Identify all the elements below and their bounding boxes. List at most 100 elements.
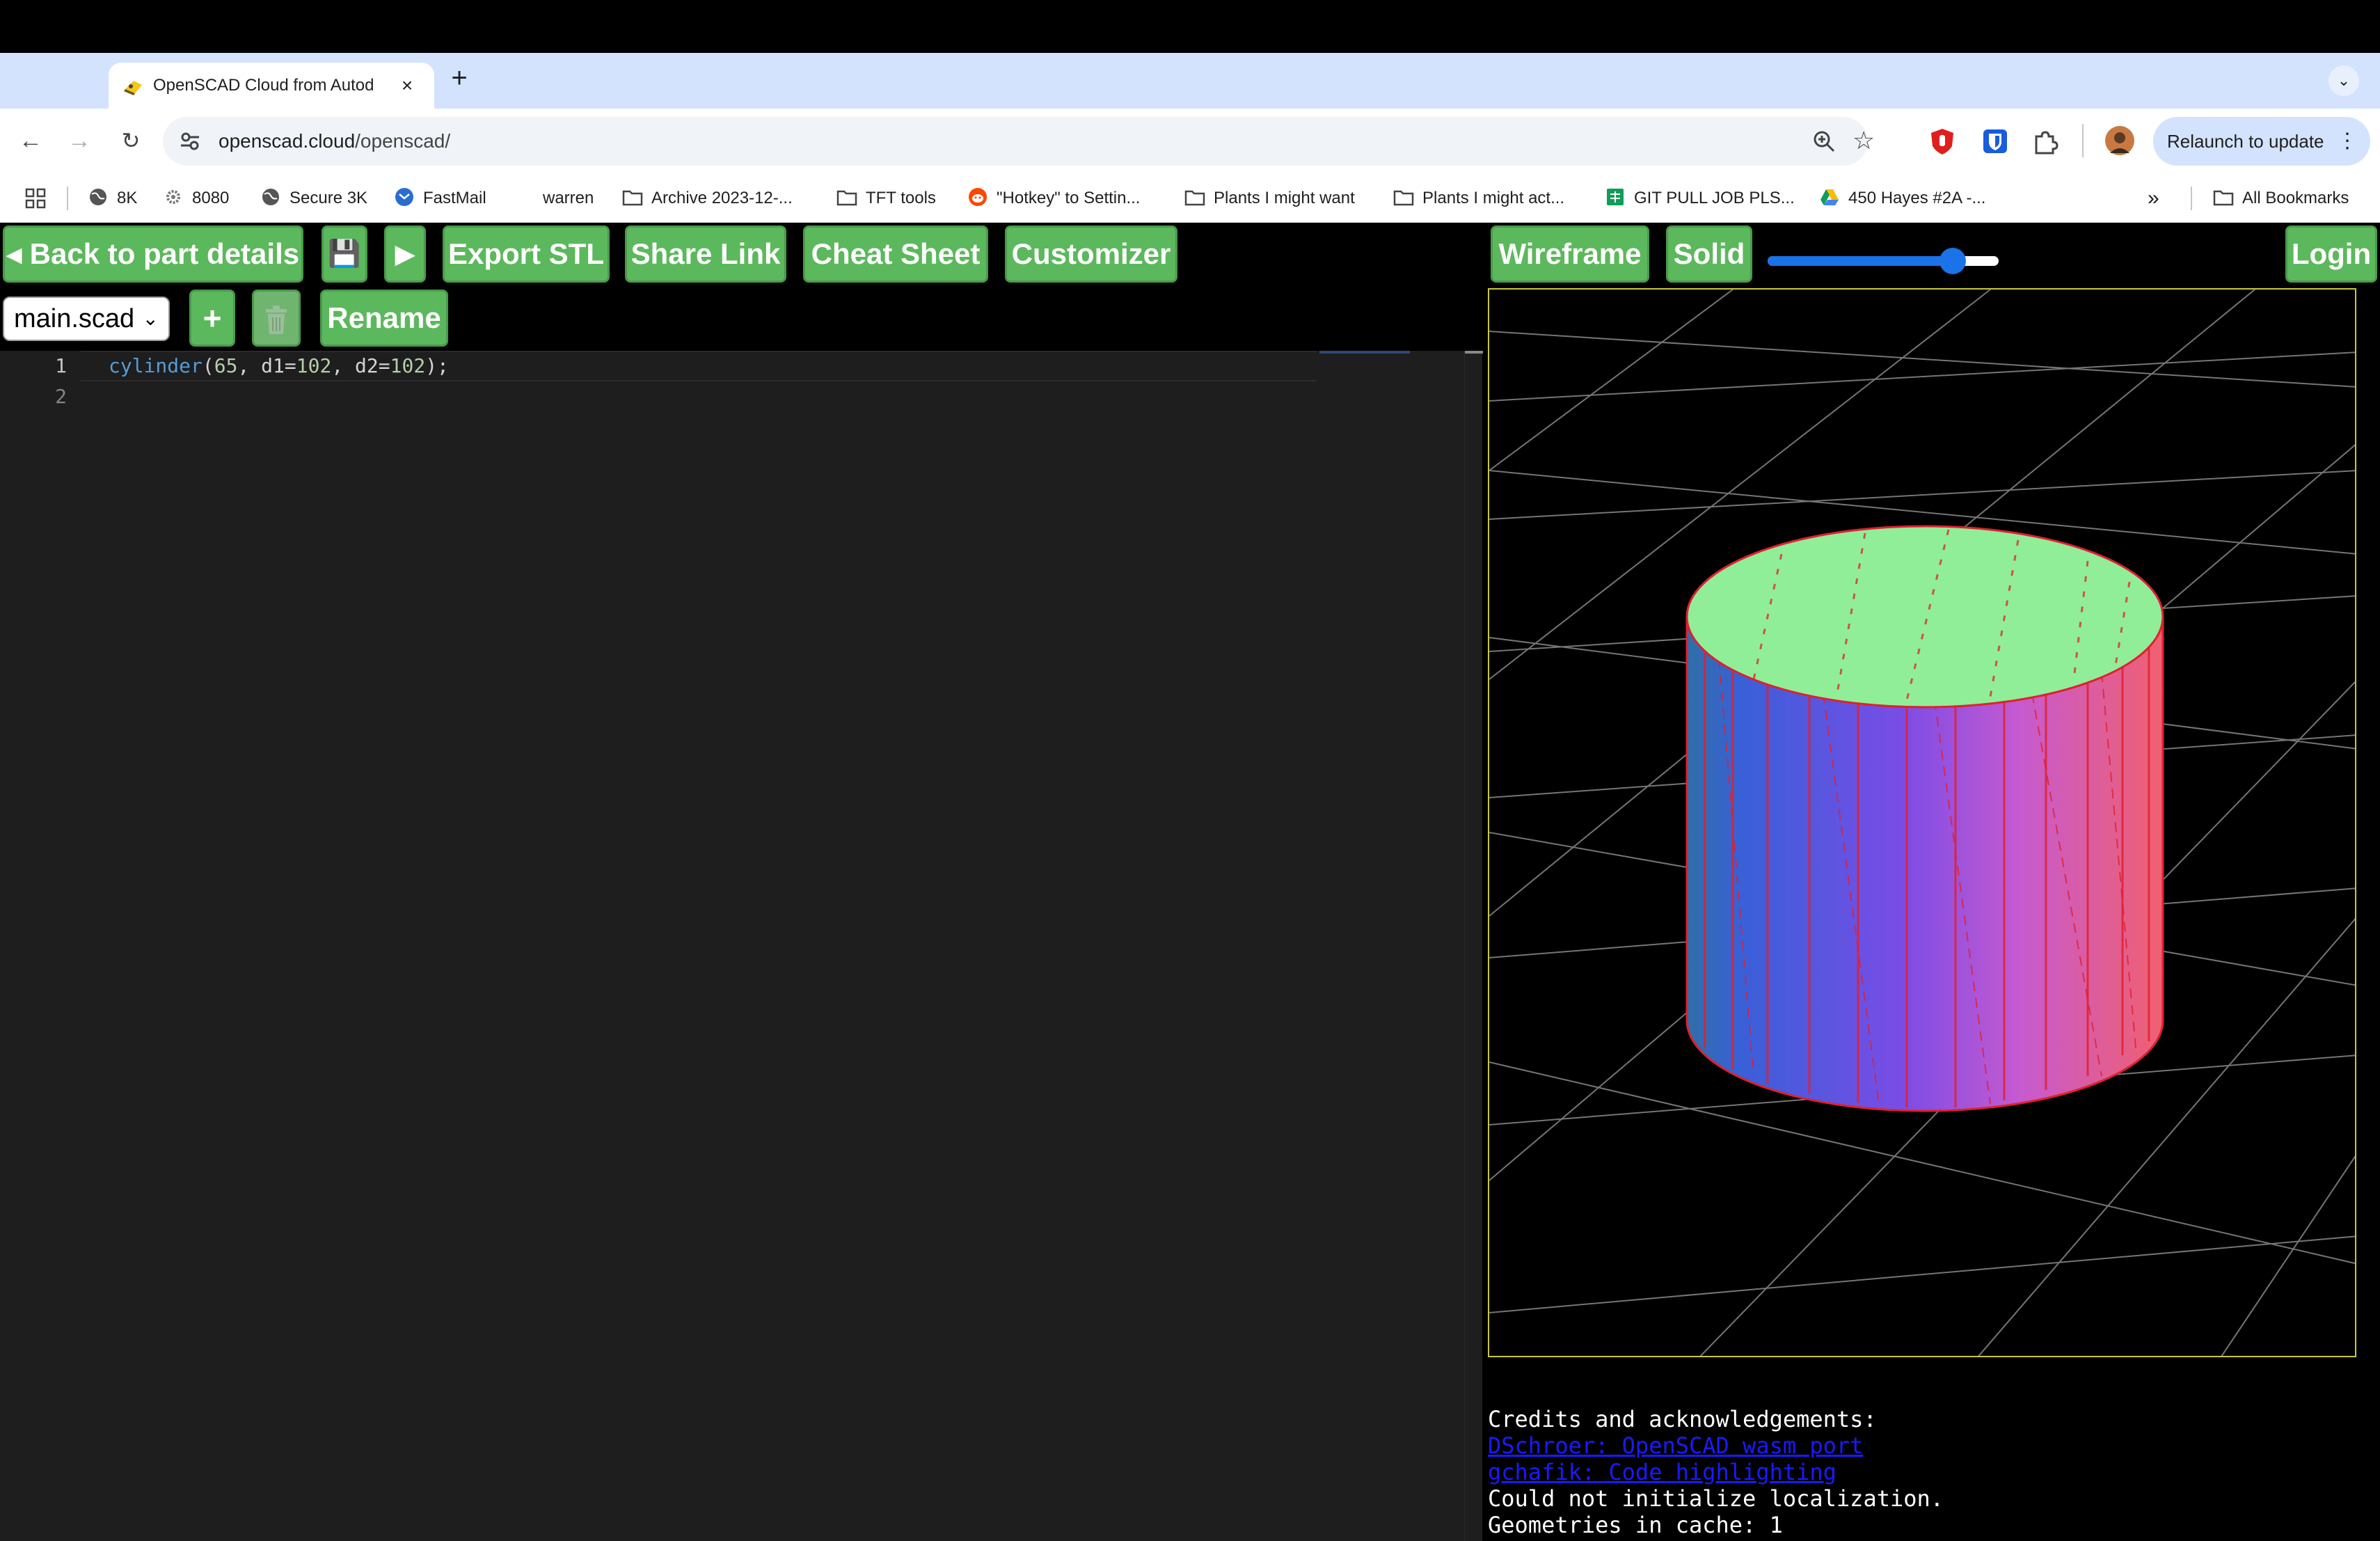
credit-link-code-highlighting[interactable]: gchafik: Code highlighting: [1488, 1459, 2379, 1485]
code-editor[interactable]: 1 2 cylinder(65, d1=102, d2=102);: [0, 351, 1483, 1541]
bookmark-label: All Bookmarks: [2242, 189, 2349, 207]
apps-grid-icon[interactable]: [25, 188, 46, 209]
more-menu-icon[interactable]: ⋮: [2337, 117, 2358, 166]
save-button[interactable]: 💾: [322, 226, 367, 283]
reload-icon[interactable]: ↻: [114, 124, 148, 157]
back-arrow-icon[interactable]: ←: [14, 124, 47, 157]
zoom-icon[interactable]: [1812, 129, 1836, 153]
line-number: 1: [55, 354, 67, 377]
rename-button[interactable]: Rename: [320, 290, 448, 347]
globe-icon: [90, 189, 106, 205]
bookmark-label: 8K: [117, 189, 138, 207]
trash-icon: [266, 305, 287, 334]
bookmark-folder-plants-want[interactable]: Plants I might want: [1184, 185, 1355, 212]
bookmark-hotkey[interactable]: "Hotkey" to Settin...: [967, 185, 1140, 212]
bookmark-git-pull[interactable]: GIT PULL JOB PLS...: [1605, 185, 1795, 212]
bookmark-folder-tft[interactable]: TFT tools: [836, 185, 936, 212]
overflow-label: »: [2148, 187, 2159, 210]
close-tab-icon[interactable]: ×: [395, 74, 419, 97]
bookmark-label: Archive 2023-12-...: [651, 189, 793, 207]
bookmarks-bar: 8K 8080 Secure 3K FastMail warren Archiv…: [0, 174, 2380, 223]
console-output: Credits and acknowledgements: DSchroer: …: [1488, 1406, 2379, 1538]
zoom-slider[interactable]: [1768, 242, 2001, 278]
login-button[interactable]: Login: [2285, 226, 2377, 283]
bookmark-secure-3k[interactable]: Secure 3K: [260, 185, 367, 212]
system-top-bar: [0, 0, 2380, 53]
tab-title: OpenSCAD Cloud from Autod: [153, 76, 374, 95]
folder-icon: [1393, 190, 1414, 206]
tab-strip: OpenSCAD Cloud from Autod × + ⌄: [0, 53, 2380, 109]
toolbar-divider: [2082, 124, 2084, 157]
sheets-icon: [1607, 189, 1624, 205]
extensions-puzzle-icon[interactable]: [2031, 127, 2060, 156]
export-stl-button[interactable]: Export STL: [443, 226, 610, 283]
editor-scrollbar[interactable]: [1464, 351, 1483, 1541]
console-line: Geometries in cache: 1: [1488, 1512, 1783, 1538]
forward-arrow-icon[interactable]: →: [63, 124, 96, 157]
bookmark-folder-archive[interactable]: Archive 2023-12-...: [622, 185, 793, 212]
code-line[interactable]: cylinder(65, d1=102, d2=102);: [109, 351, 449, 381]
slider-fill: [1768, 256, 1953, 266]
code-number: 102: [390, 354, 426, 377]
bookmark-label: Secure 3K: [289, 189, 368, 207]
openscad-favicon-icon: [124, 81, 142, 95]
folder-icon: [1184, 190, 1205, 206]
share-link-button[interactable]: Share Link: [625, 226, 786, 283]
console-heading: Credits and acknowledgements:: [1488, 1406, 1877, 1432]
bookmark-450-hayes[interactable]: 450 Hayes #2A -...: [1819, 185, 1985, 212]
3d-scene: [1489, 290, 2355, 1356]
chevron-down-icon: ⌄: [142, 308, 159, 329]
bookmarks-divider: [67, 187, 68, 210]
browser-toolbar: ← → ↻ openscad.cloud/openscad/ ☆ Relaunc…: [0, 109, 2380, 174]
bookmark-fastmail[interactable]: FastMail: [394, 185, 486, 212]
bookmark-label: 8080: [192, 189, 230, 207]
gear-icon: [166, 190, 180, 204]
relaunch-button[interactable]: Relaunch to update ⋮: [2153, 117, 2370, 166]
bookmark-label: FastMail: [423, 189, 486, 207]
profile-avatar[interactable]: [2104, 125, 2135, 156]
folder-icon: [2213, 190, 2234, 206]
3d-viewport[interactable]: [1488, 288, 2356, 1357]
bookmark-label: "Hotkey" to Settin...: [997, 189, 1141, 207]
file-select[interactable]: main.scad ⌄: [3, 297, 170, 341]
floppy-disk-icon: 💾: [328, 239, 361, 269]
address-bar[interactable]: openscad.cloud/openscad/ ☆: [163, 117, 1875, 166]
drive-icon: [1820, 189, 1839, 205]
bookmark-label: GIT PULL JOB PLS...: [1634, 189, 1795, 207]
bookmarks-divider: [2191, 187, 2192, 210]
run-button[interactable]: ▶: [384, 226, 426, 283]
solid-button[interactable]: Solid: [1666, 226, 1752, 283]
scrollbar-thumb[interactable]: [1465, 351, 1483, 354]
folder-icon: [622, 190, 643, 206]
bookmark-star-icon[interactable]: ☆: [1853, 125, 1875, 156]
bookmark-8k[interactable]: 8K: [88, 185, 137, 212]
bookmark-label: Plants I might want: [1214, 189, 1355, 207]
line-number: 2: [55, 385, 67, 408]
minimap-indicator: [1319, 351, 1410, 354]
url-path: /openscad/: [355, 130, 451, 152]
tab-search-icon[interactable]: ⌄: [2329, 65, 2359, 96]
code-number: 65: [214, 354, 238, 377]
add-file-button[interactable]: +: [189, 290, 235, 347]
back-to-part-details-button[interactable]: ◂ Back to part details: [3, 226, 303, 283]
slider-thumb[interactable]: [1939, 248, 1966, 274]
bookmark-warren[interactable]: warren: [543, 185, 594, 212]
bookmarks-overflow-icon[interactable]: »: [2148, 185, 2159, 212]
reddit-icon: [969, 188, 987, 206]
wireframe-button[interactable]: Wireframe: [1491, 226, 1649, 283]
ublock-extension-icon[interactable]: [1928, 127, 1957, 156]
bitwarden-extension-icon[interactable]: [1981, 127, 2010, 156]
cheat-sheet-button[interactable]: Cheat Sheet: [803, 226, 988, 283]
customizer-button[interactable]: Customizer: [1005, 226, 1177, 283]
bookmark-8080[interactable]: 8080: [163, 185, 229, 212]
credit-link-openscad-wasm[interactable]: DSchroer: OpenSCAD wasm port: [1488, 1432, 2379, 1459]
bookmark-folder-plants-act[interactable]: Plants I might act...: [1393, 185, 1564, 212]
new-tab-icon[interactable]: +: [445, 63, 473, 93]
mail-icon: [395, 188, 413, 206]
all-bookmarks-folder[interactable]: All Bookmarks: [2213, 185, 2349, 212]
url-text: openscad.cloud/openscad/: [219, 129, 450, 153]
bookmark-label: TFT tools: [866, 189, 936, 207]
delete-file-button[interactable]: [252, 290, 301, 347]
site-info-icon[interactable]: [180, 131, 200, 152]
browser-tab[interactable]: OpenSCAD Cloud from Autod ×: [109, 63, 434, 109]
